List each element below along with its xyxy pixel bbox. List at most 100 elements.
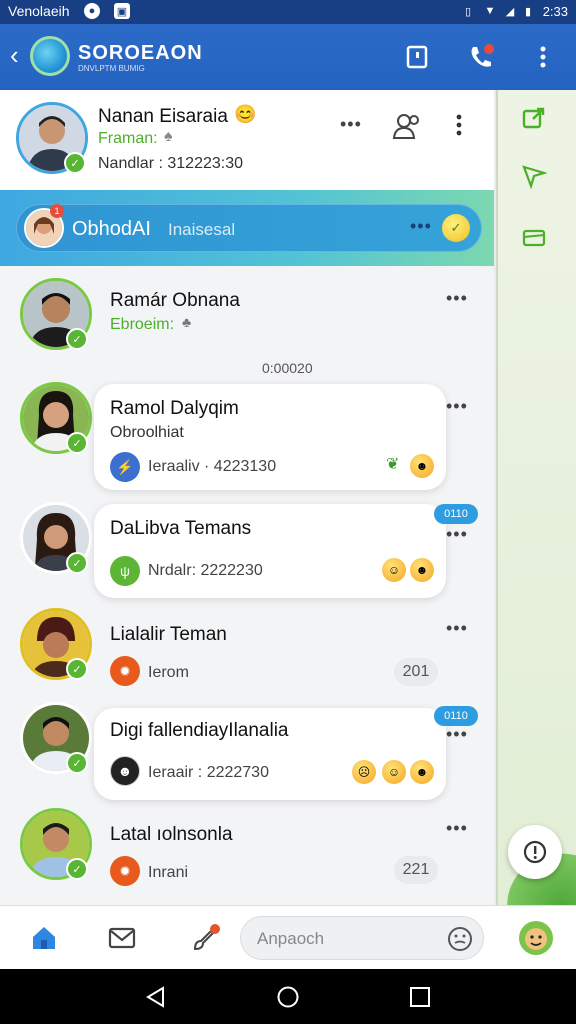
contact-name: DaLibva Temans [110, 518, 252, 539]
system-nav-bar [0, 969, 576, 1024]
profile-number: Nandlar : 312223:30 [98, 155, 243, 172]
verified-icon: ✓ [66, 658, 88, 680]
signal-icon: ◢ [505, 5, 515, 18]
app-bar: ‹ SOROEAON DNVLPTM BUMIG [0, 24, 576, 90]
status-tag: 0110 [434, 504, 478, 524]
plant-icon: ψ [110, 556, 140, 586]
chat-list: ✓ Nanan Eisaraia 😊 Framan: ♠ Nandlar : 3… [0, 90, 494, 905]
sun-icon: ✹ [110, 656, 140, 686]
contacts-icon[interactable] [392, 112, 422, 140]
more-horiz-icon[interactable]: ••• [446, 524, 468, 545]
share-icon[interactable] [520, 104, 548, 132]
clock: 2:33 [542, 4, 568, 19]
sun-icon: ✹ [110, 856, 140, 886]
emoji-icon: ☻ [410, 558, 434, 582]
alert-icon[interactable] [508, 825, 562, 879]
profile-subtitle: Framan: [98, 130, 158, 147]
emoji-icon: ☻ [410, 760, 434, 784]
list-item[interactable]: ✓ Latal ıolnsonla ••• ✹ Inrani 221 [0, 802, 494, 902]
message-meta: Nrdalr: 2222230 [148, 562, 263, 579]
more-horiz-icon[interactable]: ••• [446, 396, 468, 417]
lightning-icon: ⚡ [110, 452, 140, 482]
list-item[interactable]: ✓ 0110 DaLibva Temans ••• ψ Nrdalr: 2222… [0, 502, 494, 614]
more-horiz-icon[interactable]: ••• [446, 818, 468, 839]
document-icon[interactable] [402, 42, 432, 72]
more-horiz-icon[interactable]: ••• [446, 618, 468, 639]
app-subtitle: DNVLPTM BUMIG [78, 64, 145, 73]
emoji-icon: ☻ [410, 454, 434, 478]
unread-count: 201 [394, 658, 438, 686]
profile-header[interactable]: ✓ Nanan Eisaraia 😊 Framan: ♠ Nandlar : 3… [0, 90, 494, 190]
list-item[interactable]: ✓ Ramár Obnana Ebroeim: ♣ ••• [0, 272, 494, 372]
highlight-banner[interactable]: 1 ObhodAI Inaisesal ••• ✓ [0, 190, 494, 266]
message-meta: Ierom [148, 664, 189, 681]
notification-icon: ● [84, 3, 100, 19]
call-icon[interactable] [466, 42, 496, 72]
emoji-picker-icon[interactable] [447, 926, 473, 952]
message-meta: Ieraaliv · 4223130 [148, 458, 277, 475]
wifi-icon: ▼ [484, 5, 496, 17]
emoji-icon: ☺ [382, 760, 406, 784]
attachment-icon: ♠ [164, 128, 173, 145]
avatar: ☻ [110, 756, 140, 786]
status-tag: 0110 [434, 706, 478, 726]
search-input[interactable]: Anpaoch [240, 916, 484, 960]
list-item[interactable]: ✓ Ramol Dalyqim Obroolhiat ••• ⚡ Ieraali… [0, 382, 494, 494]
unread-badge: 1 [50, 204, 64, 218]
emoji-icon: 😊 [234, 104, 257, 124]
banner-status: Inaisesal [168, 220, 236, 239]
contact-subtitle: Obroolhiat [110, 424, 184, 441]
status-bar: Venolaeih ● ▣ ▯ ▼ ◢ ▮ 2:33 [0, 0, 576, 24]
side-panel [496, 90, 576, 905]
verified-icon: ✓ [66, 752, 88, 774]
emoji-icon: ☹ [352, 760, 376, 784]
vibrate-icon: ▯ [464, 5, 472, 18]
mail-icon[interactable] [104, 920, 140, 956]
attachment-icon: ♣ [182, 314, 192, 330]
more-vert-icon[interactable] [456, 114, 464, 136]
send-icon[interactable] [520, 162, 548, 190]
app-title: SOROEAON [78, 42, 203, 64]
more-vert-icon[interactable] [528, 42, 558, 72]
back-arrow-icon[interactable]: ‹ [10, 40, 19, 70]
verified-icon: ✓ [66, 328, 88, 350]
app-notification-icon: ▣ [114, 3, 130, 19]
unread-count: 221 [394, 856, 438, 884]
emoji-icon: ☺ [382, 558, 406, 582]
app-logo [30, 36, 70, 76]
contact-name: Lialalir Teman [110, 624, 227, 645]
verified-icon: ✓ [64, 152, 86, 174]
home-icon[interactable] [26, 920, 62, 956]
list-item[interactable]: ✓ 0110 Digi fallendiayIlanalia ••• ☻ Ier… [0, 702, 494, 814]
contact-name: Ramár Obnana [110, 290, 240, 311]
verified-icon: ✓ [66, 432, 88, 454]
message-meta: Ieraair : 2222730 [148, 764, 269, 781]
home-button-icon[interactable] [276, 985, 300, 1009]
verified-icon: ✓ [66, 858, 88, 880]
chat-bubble-icon[interactable]: ✓ [442, 214, 470, 242]
folder-icon[interactable] [520, 224, 548, 252]
more-horiz-icon[interactable]: ••• [410, 216, 432, 237]
more-horiz-icon[interactable]: ••• [446, 724, 468, 745]
verified-icon: ✓ [66, 552, 88, 574]
profile-name: Nanan Eisaraia [98, 106, 228, 127]
more-horiz-icon[interactable]: ••• [340, 114, 362, 135]
message-meta: Inrani [148, 864, 189, 881]
contact-subtitle: Ebroeim: [110, 316, 175, 333]
time-separator: 0:00020 [262, 360, 313, 376]
brush-icon[interactable] [188, 920, 224, 956]
banner-name: ObhodAI [72, 218, 151, 240]
list-item[interactable]: ✓ Lialalir Teman ••• ✹ Ierom 201 [0, 602, 494, 702]
battery-icon: ▮ [524, 5, 532, 18]
recents-icon[interactable] [408, 985, 432, 1009]
search-placeholder: Anpaoch [257, 929, 325, 948]
sticker-icon: ❦ [386, 456, 400, 473]
contact-name: Ramol Dalyqim [110, 398, 239, 419]
carrier-name: Venolaeih [8, 3, 70, 19]
back-icon[interactable] [144, 985, 168, 1009]
contact-name: Latal ıolnsonla [110, 824, 233, 845]
contact-name: Digi fallendiayIlanalia [110, 720, 289, 741]
bottom-nav: Anpaoch [0, 905, 576, 969]
profile-avatar-icon[interactable] [518, 920, 554, 956]
more-horiz-icon[interactable]: ••• [446, 288, 468, 309]
